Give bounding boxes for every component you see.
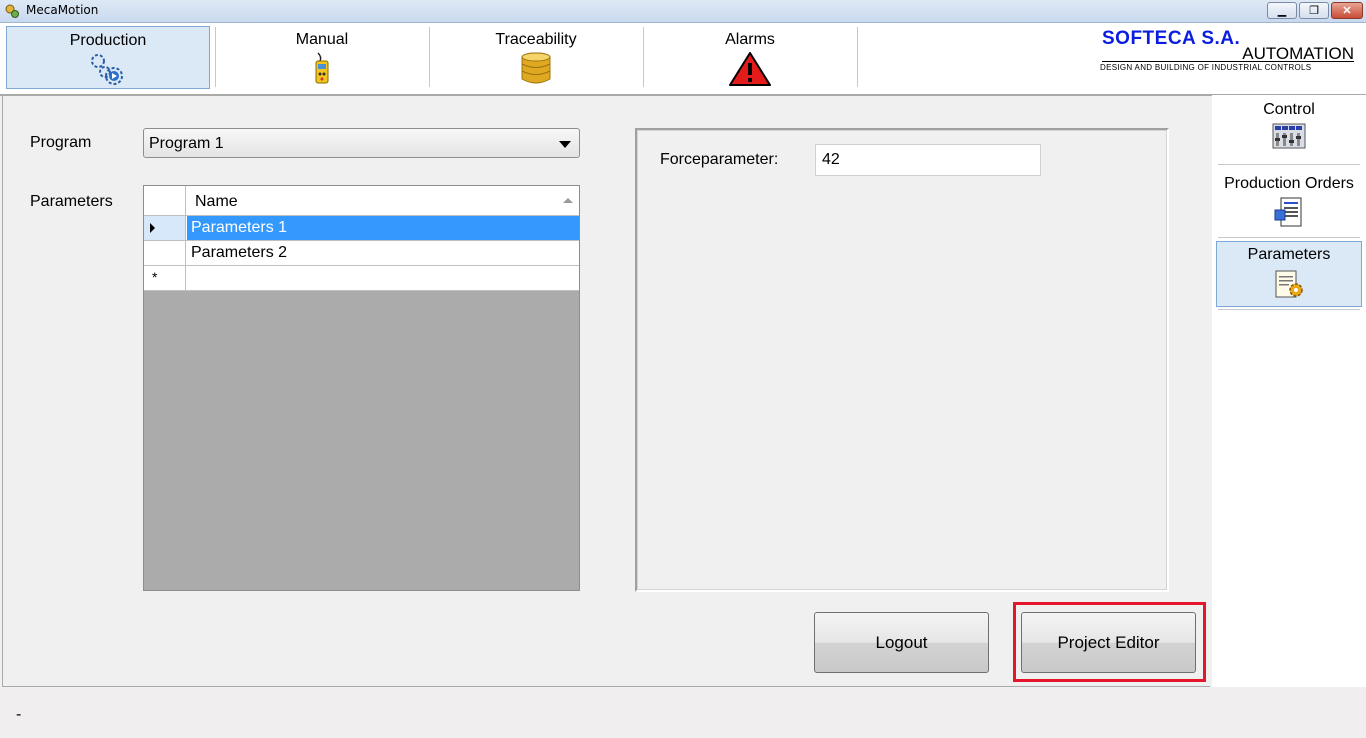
nav-separator [643, 27, 644, 87]
row-pointer-icon [150, 223, 155, 233]
parameter-details-panel [635, 128, 1169, 592]
tab-production[interactable]: Production [6, 26, 210, 89]
table-row[interactable]: Parameters 1 [144, 216, 579, 241]
parameters-grid[interactable]: Name Parameters 1 Parameters 2 * [143, 185, 580, 591]
parameters-label: Parameters [30, 193, 113, 210]
nav-separator [857, 27, 858, 87]
database-icon [521, 52, 551, 84]
panel-inner-border [637, 130, 1167, 590]
right-sidebar: Control Production Orders Parameters [1212, 95, 1366, 687]
column-header-name[interactable]: Name [195, 193, 238, 211]
app-gears-icon [5, 4, 19, 18]
new-row-marker: * [152, 269, 158, 285]
minimize-button[interactable]: ▁ [1267, 2, 1297, 19]
sidebar-separator [1218, 237, 1360, 238]
status-text: - [16, 706, 22, 723]
sidebar-item-production-orders[interactable]: Production Orders [1216, 171, 1362, 235]
tab-manual[interactable]: Manual [220, 26, 424, 89]
sidebar-item-label: Parameters [1247, 246, 1331, 263]
sidebar-item-label: Production Orders [1224, 175, 1354, 192]
sidebar-item-label: Control [1263, 101, 1315, 118]
order-document-icon [1274, 197, 1302, 227]
new-row[interactable]: * [144, 266, 579, 291]
logo-main-text: SOFTECA S.A. [1102, 28, 1241, 49]
program-label: Program [30, 134, 92, 151]
row-header[interactable]: * [144, 266, 186, 290]
table-cell[interactable]: Parameters 1 [187, 216, 579, 240]
chevron-down-icon[interactable] [559, 141, 571, 148]
tab-alarms-label: Alarms [725, 31, 775, 48]
nav-separator [215, 27, 216, 87]
sidebar-item-parameters[interactable]: Parameters [1216, 241, 1362, 307]
close-button[interactable]: ✕ [1331, 2, 1363, 19]
company-logo: SOFTECA S.A. AUTOMATION DESIGN AND BUILD… [1100, 28, 1356, 78]
title-bar: MecaMotion ▁ ❐ ✕ [0, 0, 1366, 23]
tab-production-label: Production [69, 32, 147, 49]
forceparameter-input[interactable] [815, 144, 1041, 176]
logout-button[interactable]: Logout [814, 612, 989, 673]
highlight-annotation [1013, 602, 1206, 682]
parameters-document-icon [1275, 270, 1303, 298]
window-title: MecaMotion [26, 3, 99, 17]
grid-header: Name [144, 186, 579, 216]
table-row[interactable]: Parameters 2 [144, 241, 579, 266]
sidebar-separator [1218, 164, 1360, 165]
gears-play-icon [91, 54, 123, 85]
program-select-value: Program 1 [149, 135, 224, 152]
remote-control-icon [315, 52, 329, 84]
table-cell-empty[interactable] [187, 266, 579, 290]
nav-separator [429, 27, 430, 87]
sidebar-item-control[interactable]: Control [1216, 97, 1362, 161]
tab-manual-label: Manual [295, 31, 349, 48]
warning-triangle-icon [729, 52, 771, 86]
control-panel-icon [1272, 123, 1306, 149]
row-header[interactable] [144, 216, 186, 240]
grid-corner-cell[interactable] [144, 186, 186, 215]
tab-traceability-label: Traceability [495, 31, 577, 48]
sort-ascending-icon [563, 198, 573, 203]
program-select[interactable]: Program 1 [143, 128, 580, 158]
logo-subtitle: DESIGN AND BUILDING OF INDUSTRIAL CONTRO… [1100, 63, 1312, 72]
sidebar-separator [1218, 309, 1360, 310]
restore-button[interactable]: ❐ [1299, 2, 1329, 19]
logo-divider [1102, 61, 1354, 62]
row-header[interactable] [144, 241, 186, 265]
top-navigation: Production Manual Traceability Alarms SO… [0, 23, 1366, 96]
table-cell[interactable]: Parameters 2 [187, 241, 579, 265]
tab-traceability[interactable]: Traceability [434, 26, 638, 89]
forceparameter-label: Forceparameter: [660, 151, 779, 168]
tab-alarms[interactable]: Alarms [648, 26, 852, 89]
status-bar: - [0, 689, 1366, 738]
